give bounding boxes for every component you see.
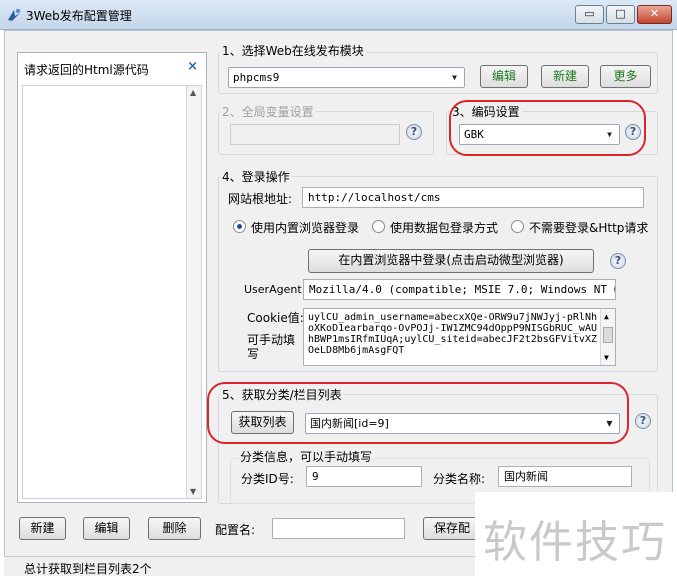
category-select-value: 国内新闻[id=9] — [310, 417, 389, 430]
edit-module-button[interactable]: 编辑 — [480, 65, 528, 88]
login-group-label: 4、登录操作 — [220, 168, 292, 185]
scroll-down-arrow-icon[interactable]: ▼ — [190, 487, 196, 496]
new-config-button[interactable]: 新建 — [19, 517, 66, 540]
category-id-label: 分类ID号: — [241, 472, 294, 486]
global-vars-help-icon[interactable]: ? — [406, 124, 422, 140]
encoding-group-label: 3、编码设置 — [450, 103, 522, 120]
encoding-select-value: GBK — [464, 128, 484, 141]
global-vars-input — [230, 124, 400, 145]
chevron-down-icon: ▼ — [607, 130, 612, 139]
radio-packet-login[interactable] — [372, 220, 385, 233]
category-group-label: 5、获取分类/栏目列表 — [220, 386, 344, 403]
module-group-label: 1、选择Web在线发布模块 — [220, 42, 366, 59]
builtin-browser-login-button[interactable]: 在内置浏览器中登录(点击启动微型浏览器) — [308, 249, 594, 273]
useragent-input[interactable]: Mozilla/4.0 (compatible; MSIE 7.0; Windo… — [303, 279, 616, 300]
scroll-down-arrow-icon[interactable]: ▼ — [604, 352, 609, 363]
title-bar: 3Web发布配置管理 ▭ □ ✕ — [0, 0, 677, 30]
category-name-input[interactable]: 国内新闻 — [498, 466, 632, 487]
watermark-text: 软件技巧 — [483, 517, 667, 568]
app-icon — [8, 9, 20, 21]
scroll-up-arrow-icon[interactable]: ▲ — [604, 311, 609, 322]
watermark: 软件技巧 — [475, 492, 677, 580]
minimize-button[interactable]: ▭ — [575, 5, 604, 24]
module-select[interactable]: phpcms9 ▼ — [228, 67, 465, 88]
html-source-title: 请求返回的Html源代码 — [24, 63, 149, 77]
radio-builtin-browser-label[interactable]: 使用内置浏览器登录 — [251, 219, 359, 236]
cookie-value: uylCU_admin_username=abecxXQe-ORW9u7jNWJ… — [308, 312, 597, 356]
chevron-down-icon: ▼ — [606, 419, 613, 428]
radio-no-login-label[interactable]: 不需要登录&Http请求 — [529, 219, 648, 236]
chevron-down-icon: ▼ — [452, 73, 457, 82]
cookie-label: Cookie值: — [247, 311, 304, 325]
close-button[interactable]: ✕ — [637, 5, 672, 24]
more-modules-button[interactable]: 更多 — [600, 65, 651, 88]
fetch-list-button[interactable]: 获取列表 — [231, 411, 294, 434]
category-id-input[interactable]: 9 — [306, 466, 422, 487]
encoding-help-icon[interactable]: ? — [625, 124, 641, 140]
panel-close-icon[interactable]: × — [187, 59, 198, 74]
cookie-scrollbar[interactable]: ▲ ▼ — [600, 309, 615, 365]
html-source-textarea[interactable]: ▲ ▼ — [22, 85, 202, 499]
cookie-hint: 可手动填写 — [247, 333, 296, 361]
module-select-value: phpcms9 — [233, 71, 280, 84]
site-root-label: 网站根地址: — [228, 192, 293, 206]
radio-packet-login-label[interactable]: 使用数据包登录方式 — [390, 219, 498, 236]
category-select[interactable]: 国内新闻[id=9] ▼ — [305, 413, 620, 434]
new-module-button[interactable]: 新建 — [541, 65, 589, 88]
scroll-thumb[interactable] — [603, 327, 613, 343]
scroll-up-arrow-icon[interactable]: ▲ — [190, 88, 196, 97]
edit-config-button[interactable]: 编辑 — [83, 517, 130, 540]
window-title: 3Web发布配置管理 — [26, 9, 132, 23]
category-info-label: 分类信息，可以手动填写 — [238, 448, 375, 465]
source-scrollbar[interactable]: ▲ ▼ — [186, 86, 201, 498]
site-root-input[interactable]: http://localhost/cms — [302, 187, 644, 208]
category-name-label: 分类名称: — [433, 472, 486, 486]
html-source-panel: 请求返回的Html源代码 × ▲ ▼ — [17, 52, 207, 503]
encoding-select[interactable]: GBK ▼ — [459, 124, 620, 145]
delete-config-button[interactable]: 删除 — [148, 517, 201, 540]
global-vars-label: 2、全局变量设置 — [220, 103, 316, 120]
config-name-input[interactable] — [272, 518, 405, 539]
cookie-textarea[interactable]: uylCU_admin_username=abecxXQe-ORW9u7jNWJ… — [303, 308, 616, 366]
status-text: 总计获取到栏目列表2个 — [24, 562, 152, 576]
useragent-label: UserAgent — [244, 283, 302, 296]
config-name-label: 配置名: — [215, 523, 256, 537]
radio-no-login[interactable] — [511, 220, 524, 233]
category-help-icon[interactable]: ? — [635, 413, 651, 429]
maximize-button[interactable]: □ — [606, 5, 635, 24]
radio-builtin-browser[interactable] — [233, 220, 246, 233]
login-help-icon[interactable]: ? — [610, 253, 626, 269]
